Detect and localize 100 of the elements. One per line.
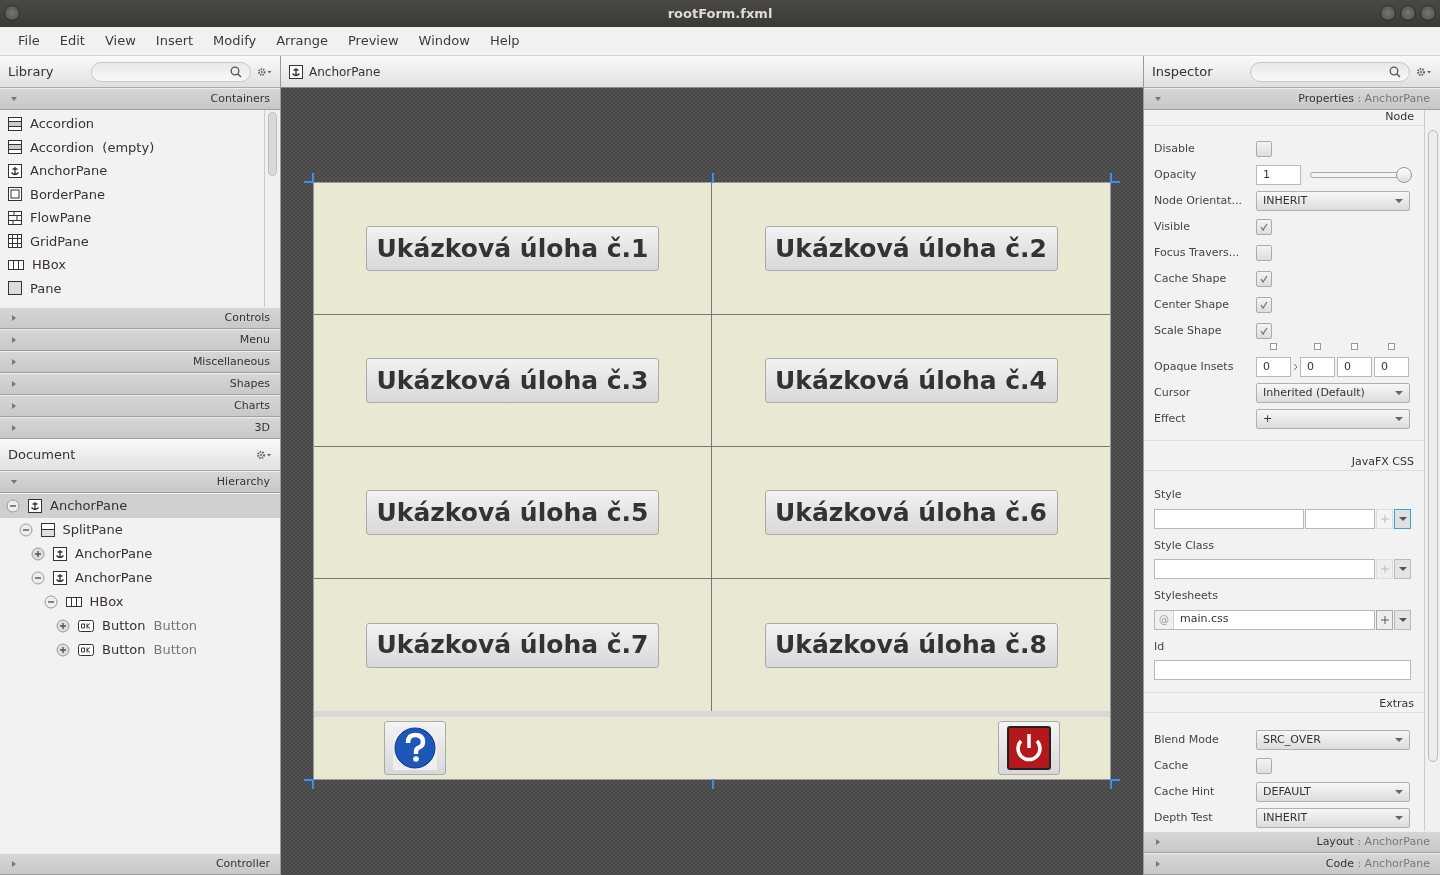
section-header[interactable]: Code : AnchorPane <box>1144 853 1440 875</box>
window-button[interactable] <box>1420 5 1436 21</box>
text-field[interactable] <box>1305 508 1375 529</box>
tree-item[interactable]: AnchorPane <box>0 494 280 518</box>
section-header[interactable]: Controls <box>0 307 280 329</box>
text-field[interactable]: 0 <box>1337 357 1372 377</box>
section-header[interactable]: Menu <box>0 329 280 351</box>
scrollbar-thumb[interactable] <box>1427 130 1438 762</box>
menu-item[interactable]: Arrange <box>266 31 338 51</box>
panel-title: Library <box>8 62 55 81</box>
checkbox[interactable] <box>1256 141 1272 157</box>
checkbox[interactable] <box>1256 323 1272 339</box>
checkbox[interactable] <box>1256 245 1272 261</box>
property-label: Effect <box>1154 410 1187 427</box>
menu-item[interactable]: File <box>8 31 50 51</box>
menu-item[interactable]: Window <box>408 31 480 51</box>
dropdown-button[interactable] <box>1394 559 1411 579</box>
search-field[interactable] <box>1250 61 1410 82</box>
scrollbar-thumb[interactable] <box>268 112 277 176</box>
text-field[interactable]: 0 <box>1374 357 1409 377</box>
text-field[interactable] <box>1154 559 1375 579</box>
text-field[interactable]: 0 <box>1300 357 1335 377</box>
checkbox[interactable] <box>1256 297 1272 313</box>
section-title: Extras <box>1379 696 1414 713</box>
task-button[interactable]: Ukázková úloha č.6 <box>764 490 1058 535</box>
dropdown-button[interactable] <box>1394 609 1411 630</box>
menu-item[interactable]: Modify <box>203 31 267 51</box>
library-item[interactable]: FlowPane <box>0 206 264 230</box>
section-header[interactable]: Miscellaneous <box>0 351 280 373</box>
task-button[interactable]: Ukázková úloha č.5 <box>366 490 659 535</box>
tree-item[interactable]: Button Button <box>0 638 280 662</box>
tree-item[interactable]: SplitPane <box>0 518 280 542</box>
dropdown[interactable]: INHERIT <box>1256 808 1410 828</box>
tree-item[interactable]: HBox <box>0 590 280 614</box>
menu-item[interactable]: Edit <box>49 31 95 51</box>
section-header[interactable]: Layout : AnchorPane <box>1144 831 1440 853</box>
section-header[interactable]: Controller <box>0 853 280 875</box>
dropdown-arrow-icon <box>1395 416 1403 422</box>
menu-item[interactable]: Help <box>479 31 530 51</box>
task-button[interactable]: Ukázková úloha č.3 <box>366 358 659 403</box>
accordion-icon <box>8 140 22 155</box>
task-button[interactable]: Ukázková úloha č.4 <box>764 358 1058 403</box>
property-label: Focus Travers... <box>1154 244 1241 261</box>
section-header[interactable]: Hierarchy <box>0 471 280 493</box>
window-button[interactable] <box>4 5 20 21</box>
checkbox[interactable] <box>1256 271 1272 287</box>
dropdown-arrow-icon <box>1398 616 1407 623</box>
library-item[interactable]: AnchorPane <box>0 159 264 183</box>
window-button[interactable] <box>1380 5 1396 21</box>
text-field[interactable]: 0 <box>1256 357 1291 377</box>
slider-thumb[interactable] <box>1396 167 1412 183</box>
selection-handle[interactable] <box>712 779 714 789</box>
property-label: Scale Shape <box>1154 322 1223 339</box>
help-button[interactable] <box>384 721 446 775</box>
library-item[interactable]: Pane <box>0 276 264 300</box>
columns-icon <box>65 596 82 608</box>
at-sign: @ <box>1155 610 1174 629</box>
section-header[interactable]: Properties : AnchorPane <box>1144 88 1440 110</box>
window-button[interactable] <box>1400 5 1416 21</box>
task-button[interactable]: Ukázková úloha č.1 <box>366 226 659 271</box>
dropdown[interactable]: + <box>1256 409 1410 429</box>
text-field[interactable]: @ main.css <box>1154 609 1375 630</box>
tree-item[interactable]: Button Button <box>0 614 280 638</box>
breadcrumb-item[interactable]: AnchorPane <box>309 62 381 81</box>
section-header[interactable]: Containers <box>0 88 280 110</box>
text-field[interactable] <box>1154 508 1304 529</box>
text-field[interactable]: 1 <box>1256 165 1301 185</box>
dropdown-button[interactable] <box>1394 508 1411 529</box>
task-button[interactable]: Ukázková úloha č.2 <box>764 226 1058 271</box>
library-item[interactable]: GridPane <box>0 229 264 253</box>
border-pane-icon <box>8 187 22 202</box>
property-label: Cache Hint <box>1154 783 1216 800</box>
menu-item[interactable]: Preview <box>338 31 409 51</box>
library-item[interactable]: BorderPane <box>0 182 264 206</box>
task-button[interactable]: Ukázková úloha č.7 <box>366 622 659 668</box>
menu-item[interactable]: View <box>94 31 146 51</box>
side-marker-icon <box>1270 343 1277 350</box>
tree-item[interactable]: AnchorPane <box>0 542 280 566</box>
section-header[interactable]: Charts <box>0 395 280 417</box>
section-header[interactable]: Shapes <box>0 373 280 395</box>
dropdown[interactable]: Inherited (Default) <box>1256 383 1410 403</box>
dropdown[interactable]: INHERIT <box>1256 191 1410 211</box>
library-item[interactable]: Accordion (empty) <box>0 135 264 159</box>
task-button[interactable]: Ukázková úloha č.8 <box>764 622 1058 668</box>
slider[interactable] <box>1310 167 1412 183</box>
plus-icon <box>1380 565 1389 573</box>
selection-handle[interactable] <box>712 173 714 183</box>
text-field[interactable] <box>1154 660 1411 680</box>
search-field[interactable] <box>90 61 251 82</box>
checkbox[interactable] <box>1256 219 1272 235</box>
pane-icon <box>8 281 22 296</box>
dropdown[interactable]: DEFAULT <box>1256 782 1410 802</box>
section-header[interactable]: 3D <box>0 417 280 439</box>
library-item[interactable]: Accordion <box>0 112 264 136</box>
checkbox[interactable] <box>1256 758 1272 774</box>
dropdown[interactable]: SRC_OVER <box>1256 730 1410 750</box>
menu-item[interactable]: Insert <box>145 31 204 51</box>
tree-item[interactable]: AnchorPane <box>0 566 280 590</box>
library-item[interactable]: HBox <box>0 253 264 277</box>
power-button[interactable] <box>998 721 1060 775</box>
